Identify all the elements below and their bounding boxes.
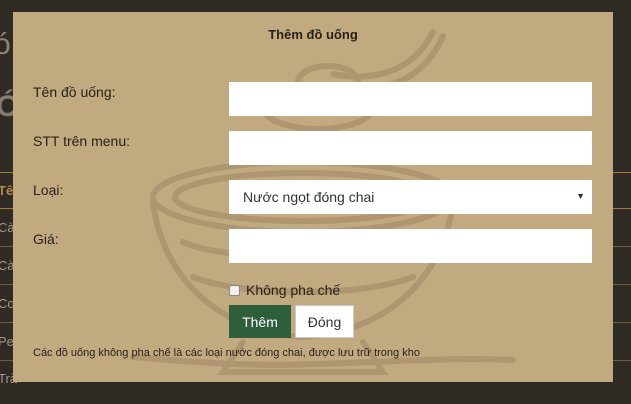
- drink-type-select[interactable]: Nước ngọt đóng chai ▼: [229, 180, 592, 214]
- background-heading-fragment: ó: [0, 28, 11, 61]
- menu-order-label: STT trên menu:: [33, 133, 131, 149]
- menu-order-input[interactable]: [229, 131, 592, 165]
- price-input[interactable]: [229, 229, 592, 263]
- help-note: Các đồ uống không pha chế là các loại nư…: [33, 347, 420, 359]
- modal-title: Thêm đồ uống: [268, 27, 358, 42]
- drink-name-input[interactable]: [229, 82, 592, 116]
- dropdown-caret-icon: ▼: [576, 191, 585, 201]
- add-drink-modal: Thêm đồ uống Tên đồ uống: STT trên menu:…: [13, 12, 613, 382]
- background-table-header: Tê: [0, 183, 14, 198]
- add-button[interactable]: Thêm: [229, 305, 291, 338]
- no-mixing-checkbox-label[interactable]: Không pha chế: [246, 282, 340, 298]
- background-table-row: Pe: [0, 334, 14, 349]
- drink-type-label: Loại:: [33, 182, 64, 198]
- no-mixing-checkbox[interactable]: [229, 284, 240, 296]
- drink-name-label: Tên đồ uống:: [33, 84, 116, 100]
- price-label: Giá:: [33, 231, 59, 247]
- no-mixing-checkbox-row[interactable]: Không pha chế: [229, 282, 340, 298]
- drink-type-selected-value: Nước ngọt đóng chai: [243, 189, 375, 205]
- close-button[interactable]: Đóng: [295, 305, 354, 338]
